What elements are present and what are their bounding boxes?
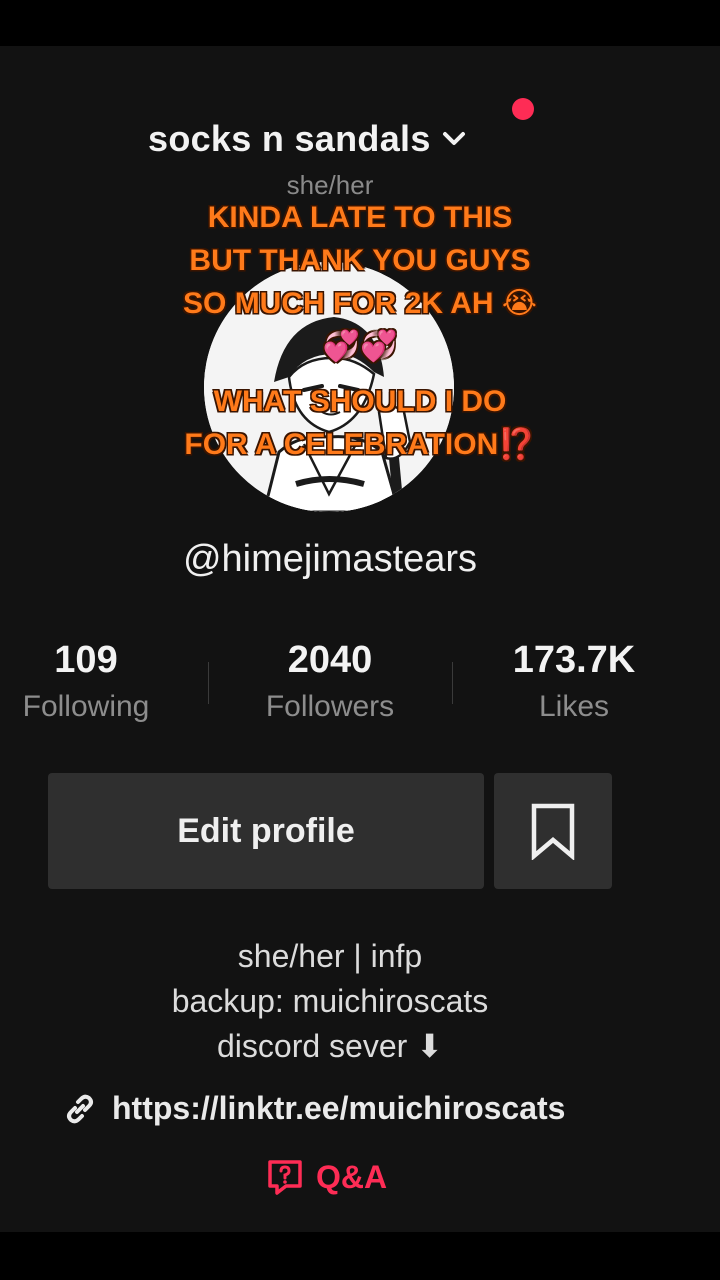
- bookmark-icon: [531, 803, 575, 860]
- bio: she/her | infp backup: muichiroscats dis…: [0, 934, 660, 1069]
- stats-divider: [452, 662, 453, 704]
- caption-line: BUT THANK YOU GUYS: [189, 244, 531, 277]
- bio-line: backup: muichiroscats: [171, 983, 489, 1019]
- profile-header: socks n sandals: [0, 98, 720, 168]
- likes-count: 173.7K: [512, 639, 636, 681]
- qa-label: Q&A: [316, 1158, 388, 1195]
- bio-link[interactable]: https://linktr.ee/muichiroscats: [62, 1090, 565, 1127]
- bookmark-button[interactable]: [494, 773, 612, 889]
- caption-line: KINDA LATE TO THIS: [207, 201, 513, 234]
- status-bar: [0, 0, 720, 46]
- stat-following[interactable]: 109 Following: [0, 636, 186, 724]
- caption-emoji-line: 💞💞: [322, 330, 398, 363]
- caption-line: SO MUCH FOR 2K AH 😭: [183, 287, 537, 320]
- account-switcher[interactable]: socks n sandals: [148, 118, 469, 160]
- qa-button[interactable]: Q&A: [266, 1158, 387, 1196]
- link-url: https://linktr.ee/muichiroscats: [112, 1090, 566, 1126]
- following-label: Following: [22, 690, 150, 723]
- stat-followers[interactable]: 2040 Followers: [230, 636, 430, 724]
- followers-count: 2040: [287, 639, 373, 681]
- bio-line: discord sever ⬇: [217, 1028, 443, 1064]
- chevron-down-icon: [442, 132, 465, 145]
- bio-line: she/her | infp: [237, 938, 423, 974]
- edit-profile-button[interactable]: Edit profile: [48, 773, 484, 889]
- likes-label: Likes: [538, 690, 610, 723]
- stat-likes[interactable]: 173.7K Likes: [474, 636, 674, 724]
- caption-overlay: KINDA LATE TO THIS BUT THANK YOU GUYS SO…: [160, 196, 560, 466]
- stats-divider: [208, 662, 209, 704]
- following-count: 109: [54, 639, 118, 681]
- bottom-bar: [0, 1232, 720, 1280]
- notification-dot: [512, 98, 534, 120]
- link-icon: [67, 1094, 93, 1123]
- question-bubble-icon: [268, 1160, 302, 1195]
- followers-label: Followers: [265, 690, 395, 723]
- display-name: socks n sandals: [148, 118, 431, 159]
- caption-line: WHAT SHOULD I DO: [213, 385, 507, 418]
- stats-row: 109 Following 2040 Followers 173.7K Like…: [0, 636, 720, 736]
- caption-line: FOR A CELEBRATION⁉️: [184, 428, 536, 461]
- profile-handle: @himejimastears: [182, 538, 478, 580]
